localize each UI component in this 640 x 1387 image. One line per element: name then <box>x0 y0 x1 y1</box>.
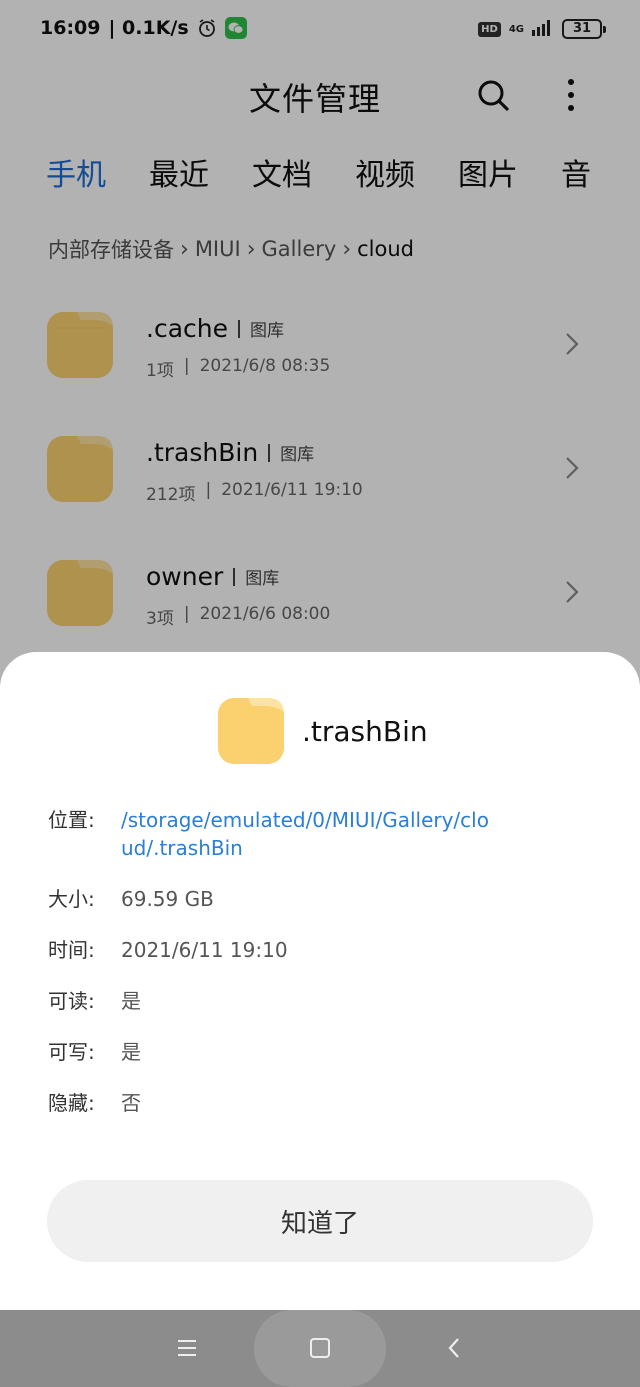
property-location: 位置: /storage/emulated/0/MIUI/Gallery/clo… <box>48 806 608 862</box>
property-label: 时间: <box>48 938 95 962</box>
sheet-header: .trashBin <box>218 698 428 764</box>
property-hidden: 隐藏: 否 <box>48 1089 608 1117</box>
property-time: 时间: 2021/6/11 19:10 <box>48 936 608 964</box>
property-value: 2021/6/11 19:10 <box>121 938 288 962</box>
property-value: 是 <box>121 989 141 1013</box>
property-label: 隐藏: <box>48 1091 95 1115</box>
folder-icon <box>218 698 284 764</box>
property-label: 大小: <box>48 887 95 911</box>
property-label: 可读: <box>48 989 95 1013</box>
properties-list: 位置: /storage/emulated/0/MIUI/Gallery/clo… <box>48 806 608 1140</box>
file-manager-screen: 16:09 | 0.1K/s HD 4G 31 文件管理 手机 最近 文档 视频… <box>0 0 640 1387</box>
sheet-title: .trashBin <box>302 714 428 748</box>
back-icon[interactable] <box>446 1336 462 1360</box>
menu-icon[interactable] <box>176 1338 198 1358</box>
property-value: 否 <box>121 1091 141 1115</box>
property-writable: 可写: 是 <box>48 1038 608 1066</box>
location-path-link[interactable]: /storage/emulated/0/MIUI/Gallery/cloud/.… <box>121 806 501 862</box>
properties-sheet: .trashBin 位置: /storage/emulated/0/MIUI/G… <box>0 652 640 1310</box>
got-it-button[interactable]: 知道了 <box>47 1180 593 1262</box>
home-icon[interactable] <box>310 1338 330 1358</box>
property-label: 位置: <box>48 808 95 832</box>
property-size: 大小: 69.59 GB <box>48 885 608 913</box>
property-label: 可写: <box>48 1040 95 1064</box>
system-nav-bar <box>0 1310 640 1387</box>
property-value: 是 <box>121 1040 141 1064</box>
property-readable: 可读: 是 <box>48 987 608 1015</box>
property-value: 69.59 GB <box>121 887 214 911</box>
